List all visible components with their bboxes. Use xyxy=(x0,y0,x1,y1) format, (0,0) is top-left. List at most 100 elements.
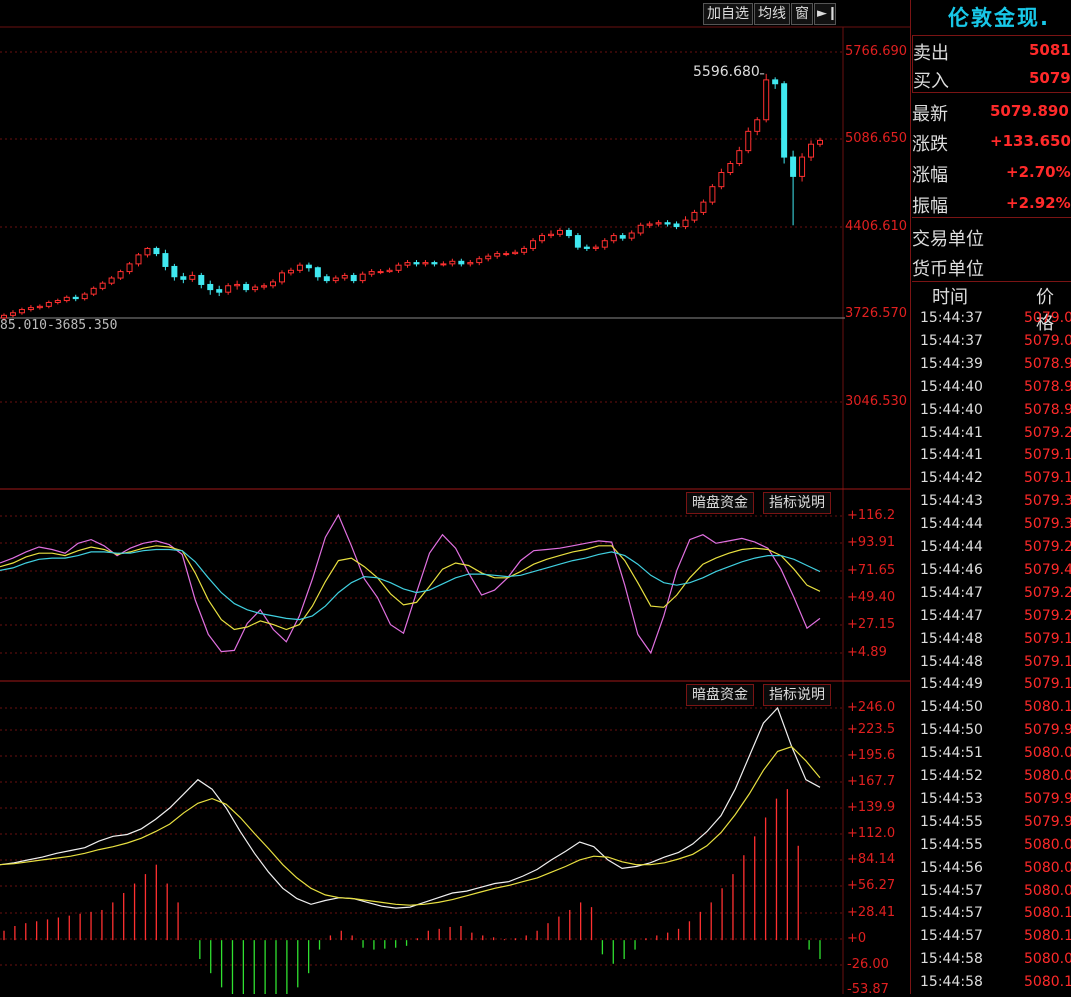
candle-down xyxy=(790,156,797,177)
candle-up xyxy=(556,229,563,235)
candle-up xyxy=(422,262,429,265)
tick-row: 15:44:41 5079.2 xyxy=(920,422,1071,445)
candle-up xyxy=(126,263,133,273)
candle-up xyxy=(539,235,546,242)
tick-price: 5079.1 xyxy=(1024,676,1071,693)
sell-label: 卖出 xyxy=(913,43,949,64)
ind2-y-tick: +195.6 xyxy=(847,748,896,763)
tick-price: 5079.1 xyxy=(1024,447,1071,464)
candle-up xyxy=(234,283,241,287)
tick-row: 15:44:41 5079.1 xyxy=(920,444,1071,467)
candle-up xyxy=(377,271,384,274)
tick-row: 15:44:48 5079.1 xyxy=(920,628,1071,651)
tick-row: 15:44:49 5079.1 xyxy=(920,673,1071,696)
ind1-y-tick: +4.89 xyxy=(847,645,887,660)
tick-row: 15:44:52 5080.0 xyxy=(920,765,1071,788)
candle-down xyxy=(314,267,321,278)
ticks-divider xyxy=(912,281,1071,282)
amplitude-label: 振幅 xyxy=(912,196,948,217)
candle-up xyxy=(36,305,43,309)
tick-time: 15:44:47 xyxy=(920,584,983,601)
ticks-header-time: 时间 xyxy=(932,287,968,308)
tick-time: 15:44:51 xyxy=(920,745,983,762)
sell-row: 卖出 5081. xyxy=(912,35,1071,65)
tick-price: 5080.1 xyxy=(1024,699,1071,716)
tick-price: 5079.1 xyxy=(1024,470,1071,487)
pct-value: +2.70% xyxy=(1006,163,1071,181)
candle-up xyxy=(808,143,815,158)
ind2-y-tick: +56.27 xyxy=(847,878,896,893)
tick-time: 15:44:44 xyxy=(920,539,983,555)
dark-pool-fund-button-2[interactable]: 暗盘资金 xyxy=(686,684,754,706)
dark-pool-fund-button[interactable]: 暗盘资金 xyxy=(686,492,754,514)
candle-up xyxy=(700,201,707,213)
window-button[interactable]: 窗 xyxy=(791,3,813,25)
candle-down xyxy=(153,247,160,255)
ma-line-button[interactable]: 均线 xyxy=(754,3,790,25)
indicator2-layer xyxy=(0,706,821,994)
candle-up xyxy=(386,269,393,273)
candle-up xyxy=(485,255,492,260)
candle-up xyxy=(530,240,537,249)
pct-label: 涨幅 xyxy=(912,165,948,186)
tick-price: 5080.0 xyxy=(1024,859,1071,876)
last-value: 5079.890 xyxy=(990,102,1069,120)
candle-up xyxy=(817,139,823,145)
ind2-y-tick: +223.5 xyxy=(847,722,896,737)
candle-up xyxy=(63,296,70,302)
tick-row: 15:44:40 5078.9 xyxy=(920,376,1071,399)
tick-row: 15:44:46 5079.4 xyxy=(920,559,1071,582)
candle-up xyxy=(287,269,294,274)
arrow-right-icon[interactable]: ►❙ xyxy=(814,3,838,25)
candle-up xyxy=(610,235,617,242)
tick-row: 15:44:55 5080.0 xyxy=(920,834,1071,857)
tick-time: 15:44:57 xyxy=(920,928,983,945)
indicator-explain-button[interactable]: 指标说明 xyxy=(763,492,831,514)
ind1-y-tick: +116.2 xyxy=(847,508,896,523)
tick-row: 15:44:58 5080.1 xyxy=(920,971,1071,994)
candle-up xyxy=(404,262,411,266)
last-price-row: 最新 5079.890 xyxy=(912,97,1071,125)
ind2-slow-line xyxy=(0,746,821,906)
candle-up xyxy=(449,260,456,265)
tick-price: 5079.2 xyxy=(1024,424,1071,441)
trade-unit-row: 交易单位 xyxy=(912,222,1071,250)
ind2-y-tick: +139.9 xyxy=(847,800,896,815)
tick-price: 5080.0 xyxy=(1024,951,1071,968)
candle-up xyxy=(709,186,716,203)
last-label: 最新 xyxy=(912,104,948,125)
high-price-marker: 5596.680 xyxy=(693,64,760,80)
indicator-explain-button-2[interactable]: 指标说明 xyxy=(763,684,831,706)
candlestick-layer xyxy=(1,73,823,321)
candle-up xyxy=(368,271,375,275)
change-label: 涨跌 xyxy=(912,134,948,155)
tick-price: 5079.3 xyxy=(1024,516,1071,533)
candle-up xyxy=(54,300,61,303)
candle-up xyxy=(108,277,115,284)
candle-up xyxy=(341,274,348,279)
ind2-y-tick: +246.0 xyxy=(847,700,896,715)
tick-time: 15:44:58 xyxy=(920,951,983,968)
tick-row: 15:44:57 5080.1 xyxy=(920,925,1071,948)
amplitude-value: +2.92% xyxy=(1006,194,1071,212)
main-y-tick: 3046.530 xyxy=(845,394,908,409)
tick-time: 15:44:40 xyxy=(920,378,983,395)
quote-terminal-screen: 加自选 均线 窗 ►❙ 5596.680 85.010-3685.350 576… xyxy=(0,0,1071,997)
tick-price: 5079.1 xyxy=(1024,653,1071,670)
candle-down xyxy=(583,246,590,249)
tick-price: 5080.1 xyxy=(1024,928,1071,945)
tick-time: 15:44:48 xyxy=(920,630,983,647)
add-watchlist-button[interactable]: 加自选 xyxy=(703,3,753,25)
tick-price: 5080.0 xyxy=(1024,745,1071,762)
tick-row: 15:44:44 5079.3 xyxy=(920,513,1071,536)
tick-time: 15:44:41 xyxy=(920,424,983,441)
tick-time: 15:44:43 xyxy=(920,493,983,510)
tick-price: 5080.0 xyxy=(1024,836,1071,853)
instrument-title: 伦敦金现. xyxy=(948,6,1050,30)
amplitude-row: 振幅 +2.92% xyxy=(912,189,1071,217)
candle-down xyxy=(413,262,420,265)
candle-down xyxy=(565,229,572,237)
tick-row: 15:44:47 5079.2 xyxy=(920,582,1071,605)
candle-down xyxy=(619,235,626,239)
candle-up xyxy=(691,211,698,221)
